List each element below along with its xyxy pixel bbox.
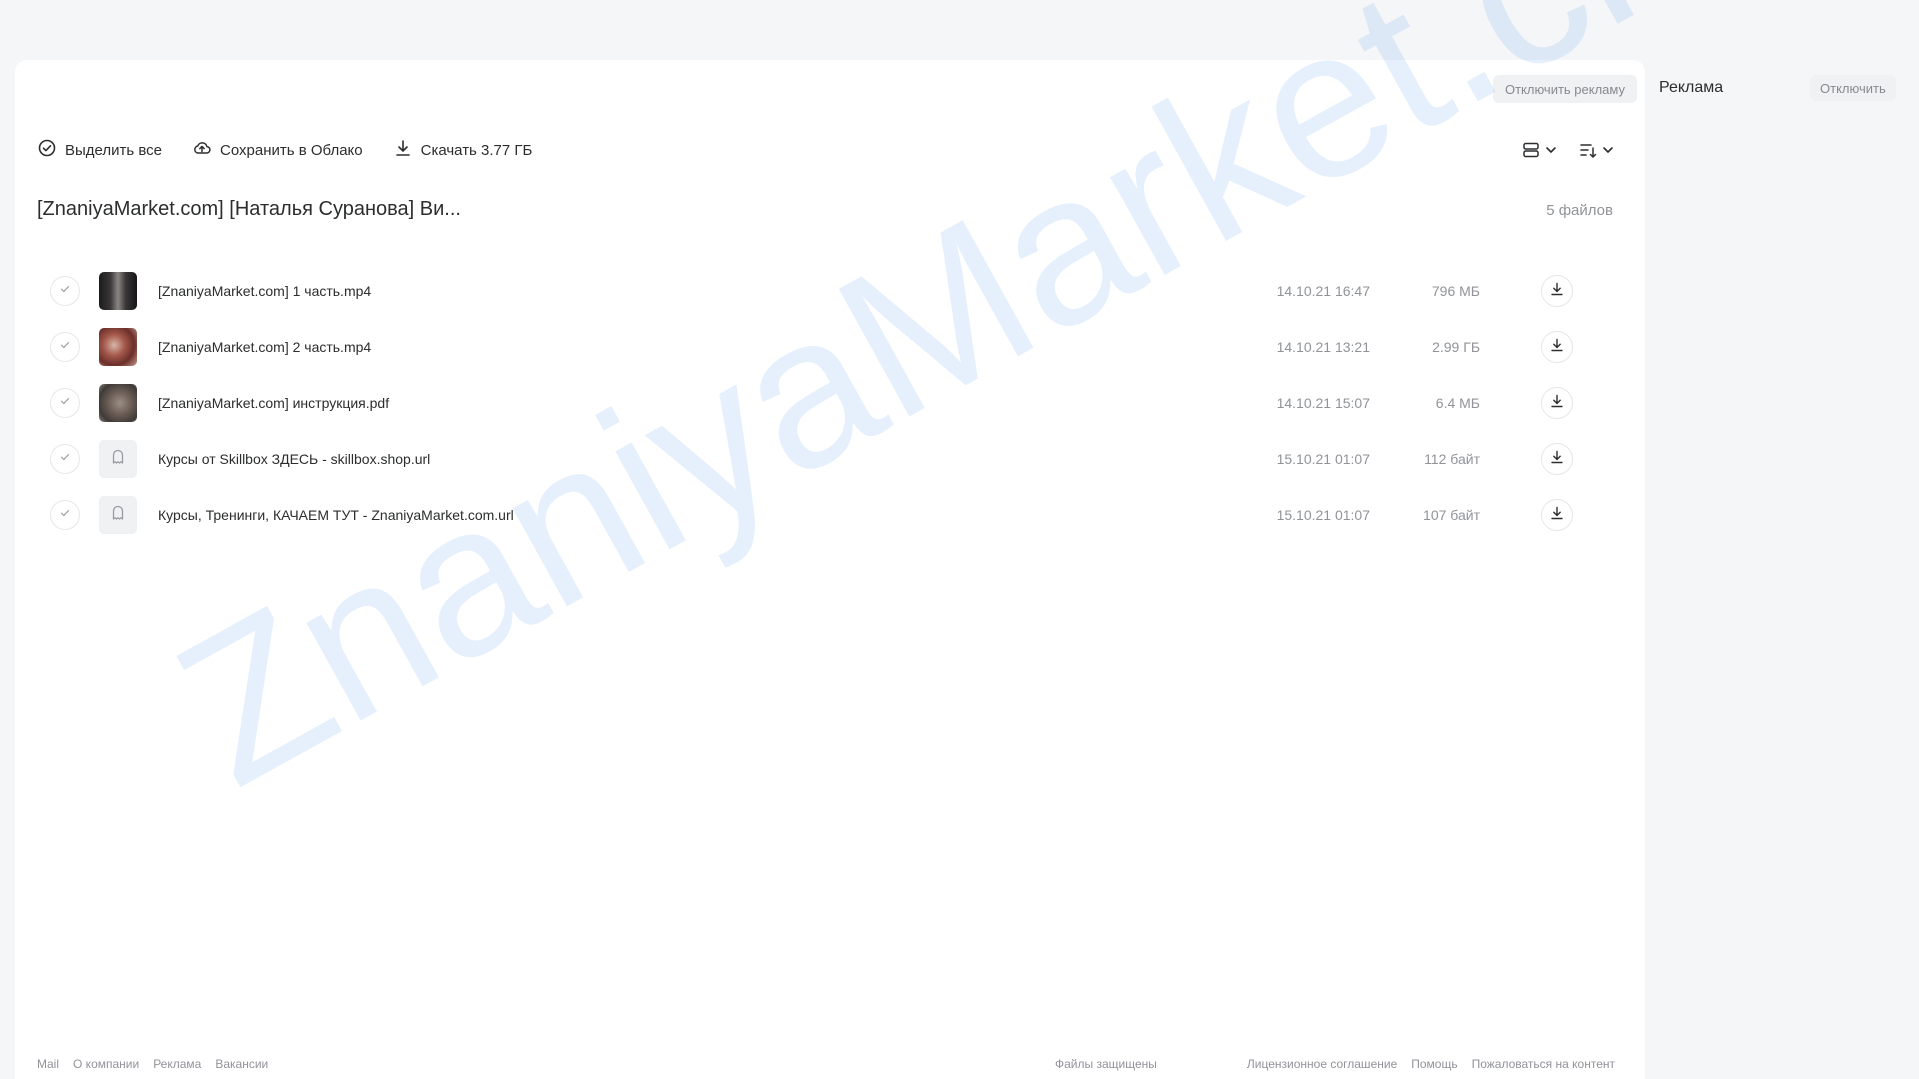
file-size: 6.4 МБ xyxy=(1435,395,1480,411)
file-size: 107 байт xyxy=(1423,507,1480,523)
download-all-label: Скачать 3.77 ГБ xyxy=(420,141,533,159)
download-icon xyxy=(1549,449,1565,470)
view-controls xyxy=(1521,136,1615,164)
file-icon xyxy=(109,448,127,471)
footer-link-jobs[interactable]: Вакансии xyxy=(215,1057,268,1071)
chevron-down-icon xyxy=(1544,143,1558,157)
file-list: [ZnaniyaMarket.com] 1 часть.mp4 14.10.21… xyxy=(35,263,1615,543)
footer-left-links: Mail О компании Реклама Вакансии xyxy=(37,1057,268,1071)
file-row[interactable]: [ZnaniyaMarket.com] 2 часть.mp4 14.10.21… xyxy=(35,319,1615,375)
footer-right-links: Лицензионное соглашение Помощь Пожаловат… xyxy=(1247,1057,1615,1071)
save-to-cloud-button[interactable]: Сохранить в Облако xyxy=(192,138,363,162)
file-name[interactable]: Курсы, Тренинги, КАЧАЕМ ТУТ - ZnaniyaMar… xyxy=(158,507,514,523)
checkmark-icon xyxy=(59,394,71,412)
download-icon xyxy=(393,138,413,162)
file-select-checkbox[interactable] xyxy=(50,444,80,474)
file-row[interactable]: [ZnaniyaMarket.com] инструкция.pdf 14.10… xyxy=(35,375,1615,431)
sort-button[interactable] xyxy=(1578,140,1615,160)
footer-link-mail[interactable]: Mail xyxy=(37,1057,59,1071)
sort-icon xyxy=(1578,140,1598,160)
generic-file-thumbnail xyxy=(99,496,137,534)
footer-link-report[interactable]: Пожаловаться на контент xyxy=(1472,1057,1615,1071)
file-download-button[interactable] xyxy=(1541,275,1573,307)
file-select-checkbox[interactable] xyxy=(50,276,80,306)
checkmark-icon xyxy=(59,506,71,524)
save-to-cloud-label: Сохранить в Облако xyxy=(220,141,363,159)
pdf-thumbnail xyxy=(99,384,137,422)
file-date: 14.10.21 16:47 xyxy=(1276,283,1370,299)
folder-title: [ZnaniyaMarket.com] [Наталья Суранова] В… xyxy=(37,198,461,220)
file-download-button[interactable] xyxy=(1541,499,1573,531)
file-row[interactable]: [ZnaniyaMarket.com] 1 часть.mp4 14.10.21… xyxy=(35,263,1615,319)
download-icon xyxy=(1549,337,1565,358)
download-icon xyxy=(1549,281,1565,302)
file-size: 796 МБ xyxy=(1431,283,1480,299)
file-row[interactable]: Курсы, Тренинги, КАЧАЕМ ТУТ - ZnaniyaMar… xyxy=(35,487,1615,543)
file-count: 5 файлов xyxy=(1546,202,1613,219)
footer-link-about[interactable]: О компании xyxy=(73,1057,139,1071)
file-download-button[interactable] xyxy=(1541,331,1573,363)
file-name[interactable]: [ZnaniyaMarket.com] инструкция.pdf xyxy=(158,395,389,411)
file-date: 14.10.21 13:21 xyxy=(1276,339,1370,355)
generic-file-thumbnail xyxy=(99,440,137,478)
file-select-checkbox[interactable] xyxy=(50,332,80,362)
list-view-icon xyxy=(1521,140,1541,160)
sidebar-disable-button[interactable]: Отключить xyxy=(1810,75,1896,101)
file-date: 15.10.21 01:07 xyxy=(1276,451,1370,467)
chevron-down-icon xyxy=(1601,143,1615,157)
files-protected-notice[interactable]: Файлы защищены xyxy=(1055,1057,1157,1071)
ads-sidebar-title: Реклама xyxy=(1659,79,1724,96)
cloud-upload-icon xyxy=(192,138,212,162)
download-all-button[interactable]: Скачать 3.77 ГБ xyxy=(393,138,533,162)
download-icon xyxy=(1549,393,1565,414)
select-all-button[interactable]: Выделить все xyxy=(37,138,162,162)
file-date: 14.10.21 15:07 xyxy=(1276,395,1370,411)
footer-link-ads[interactable]: Реклама xyxy=(153,1057,201,1071)
file-name[interactable]: Курсы от Skillbox ЗДЕСЬ - skillbox.shop.… xyxy=(158,451,430,467)
toolbar: Выделить все Сохранить в Облако Скачать … xyxy=(37,136,532,164)
file-row[interactable]: Курсы от Skillbox ЗДЕСЬ - skillbox.shop.… xyxy=(35,431,1615,487)
file-download-button[interactable] xyxy=(1541,387,1573,419)
file-date: 15.10.21 01:07 xyxy=(1276,507,1370,523)
file-select-checkbox[interactable] xyxy=(50,388,80,418)
file-size: 112 байт xyxy=(1424,451,1480,467)
file-select-checkbox[interactable] xyxy=(50,500,80,530)
view-mode-button[interactable] xyxy=(1521,140,1558,160)
file-panel: Отключить рекламу Выделить все Сохранить… xyxy=(15,60,1645,1079)
disable-ads-button[interactable]: Отключить рекламу xyxy=(1492,75,1637,103)
file-name[interactable]: [ZnaniyaMarket.com] 1 часть.mp4 xyxy=(158,283,371,299)
download-icon xyxy=(1549,505,1565,526)
select-all-label: Выделить все xyxy=(65,141,163,159)
footer-link-help[interactable]: Помощь xyxy=(1411,1057,1457,1071)
file-name[interactable]: [ZnaniyaMarket.com] 2 часть.mp4 xyxy=(158,339,371,355)
checkmark-icon xyxy=(59,450,71,468)
checkmark-icon xyxy=(59,338,71,356)
file-download-button[interactable] xyxy=(1541,443,1573,475)
check-circle-icon xyxy=(37,138,57,162)
file-size: 2.99 ГБ xyxy=(1432,339,1480,355)
video-thumbnail xyxy=(99,272,137,310)
video-thumbnail xyxy=(99,328,137,366)
file-icon xyxy=(109,504,127,527)
checkmark-icon xyxy=(59,282,71,300)
footer-link-license[interactable]: Лицензионное соглашение xyxy=(1247,1057,1397,1071)
